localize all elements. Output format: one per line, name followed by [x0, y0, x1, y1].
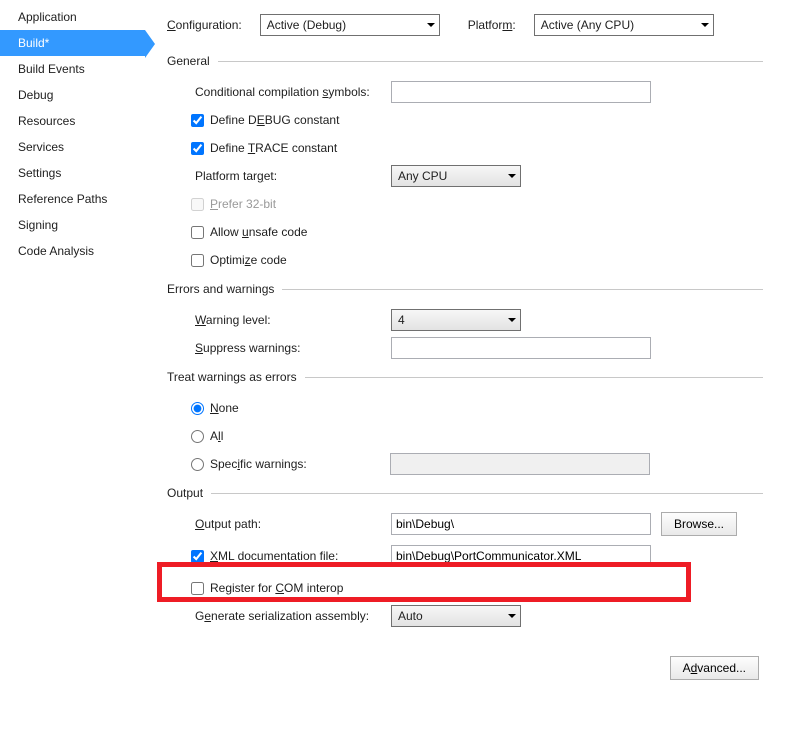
configuration-value: Active (Debug): [267, 18, 346, 32]
warning-level-dropdown[interactable]: 4: [391, 309, 521, 331]
warning-level-label: Warning level:: [191, 313, 391, 327]
treat-specific-input: [390, 453, 650, 475]
advanced-button[interactable]: Advanced...: [670, 656, 759, 680]
xml-doc-label: XML documentation file:: [210, 549, 391, 563]
sidebar-item-application[interactable]: Application: [0, 4, 145, 30]
define-trace-label: Define TRACE constant: [210, 141, 337, 155]
divider: [218, 61, 763, 62]
optimize-label: Optimize code: [210, 253, 287, 267]
serialize-value: Auto: [398, 609, 423, 623]
sidebar-item-services[interactable]: Services: [0, 134, 145, 160]
xml-doc-input[interactable]: [391, 545, 651, 567]
platform-target-value: Any CPU: [398, 169, 447, 183]
platform-label: Platform:: [468, 18, 516, 32]
sidebar-item-reference-paths[interactable]: Reference Paths: [0, 186, 145, 212]
configuration-label: Configuration:: [167, 18, 242, 32]
sidebar: Application Build* Build Events Debug Re…: [0, 0, 145, 744]
treat-all-radio[interactable]: [191, 430, 204, 443]
errors-header: Errors and warnings: [167, 282, 274, 296]
serialize-dropdown[interactable]: Auto: [391, 605, 521, 627]
register-com-checkbox[interactable]: [191, 582, 204, 595]
sidebar-item-signing[interactable]: Signing: [0, 212, 145, 238]
divider: [211, 493, 763, 494]
allow-unsafe-checkbox[interactable]: [191, 226, 204, 239]
treat-specific-radio[interactable]: [191, 458, 204, 471]
cond-symbols-input[interactable]: [391, 81, 651, 103]
register-com-label: Register for COM interop: [210, 581, 343, 595]
xml-doc-checkbox[interactable]: [191, 550, 204, 563]
platform-target-dropdown[interactable]: Any CPU: [391, 165, 521, 187]
output-path-input[interactable]: [391, 513, 651, 535]
general-header: General: [167, 54, 210, 68]
optimize-checkbox[interactable]: [191, 254, 204, 267]
sidebar-item-resources[interactable]: Resources: [0, 108, 145, 134]
treat-none-radio[interactable]: [191, 402, 204, 415]
serialize-label: Generate serialization assembly:: [191, 609, 391, 623]
define-trace-checkbox[interactable]: [191, 142, 204, 155]
divider: [305, 377, 763, 378]
treat-all-label: All: [210, 429, 223, 443]
prefer32-checkbox: [191, 198, 204, 211]
platform-dropdown[interactable]: Active (Any CPU): [534, 14, 714, 36]
output-header: Output: [167, 486, 203, 500]
define-debug-label: Define DEBUG constant: [210, 113, 339, 127]
chevron-down-icon: [701, 23, 709, 27]
prefer32-label: Prefer 32-bit: [210, 197, 276, 211]
suppress-input[interactable]: [391, 337, 651, 359]
allow-unsafe-label: Allow unsafe code: [210, 225, 307, 239]
output-path-label: Output path:: [191, 517, 391, 531]
platform-value: Active (Any CPU): [541, 18, 634, 32]
chevron-down-icon: [508, 174, 516, 178]
sidebar-item-settings[interactable]: Settings: [0, 160, 145, 186]
sidebar-item-debug[interactable]: Debug: [0, 82, 145, 108]
platform-target-label: Platform target:: [191, 169, 391, 183]
treat-header: Treat warnings as errors: [167, 370, 297, 384]
sidebar-item-build-events[interactable]: Build Events: [0, 56, 145, 82]
define-debug-checkbox[interactable]: [191, 114, 204, 127]
chevron-down-icon: [508, 614, 516, 618]
sidebar-item-build[interactable]: Build*: [0, 30, 145, 56]
warning-level-value: 4: [398, 313, 405, 327]
treat-none-label: None: [210, 401, 239, 415]
configuration-dropdown[interactable]: Active (Debug): [260, 14, 440, 36]
browse-button[interactable]: Browse...: [661, 512, 737, 536]
chevron-down-icon: [508, 318, 516, 322]
cond-symbols-label: Conditional compilation symbols:: [191, 85, 391, 99]
sidebar-item-code-analysis[interactable]: Code Analysis: [0, 238, 145, 264]
divider: [282, 289, 763, 290]
suppress-label: Suppress warnings:: [191, 341, 391, 355]
main-panel: Configuration: Active (Debug) Platform: …: [145, 0, 785, 744]
chevron-down-icon: [427, 23, 435, 27]
treat-specific-label: Specific warnings:: [210, 457, 390, 471]
